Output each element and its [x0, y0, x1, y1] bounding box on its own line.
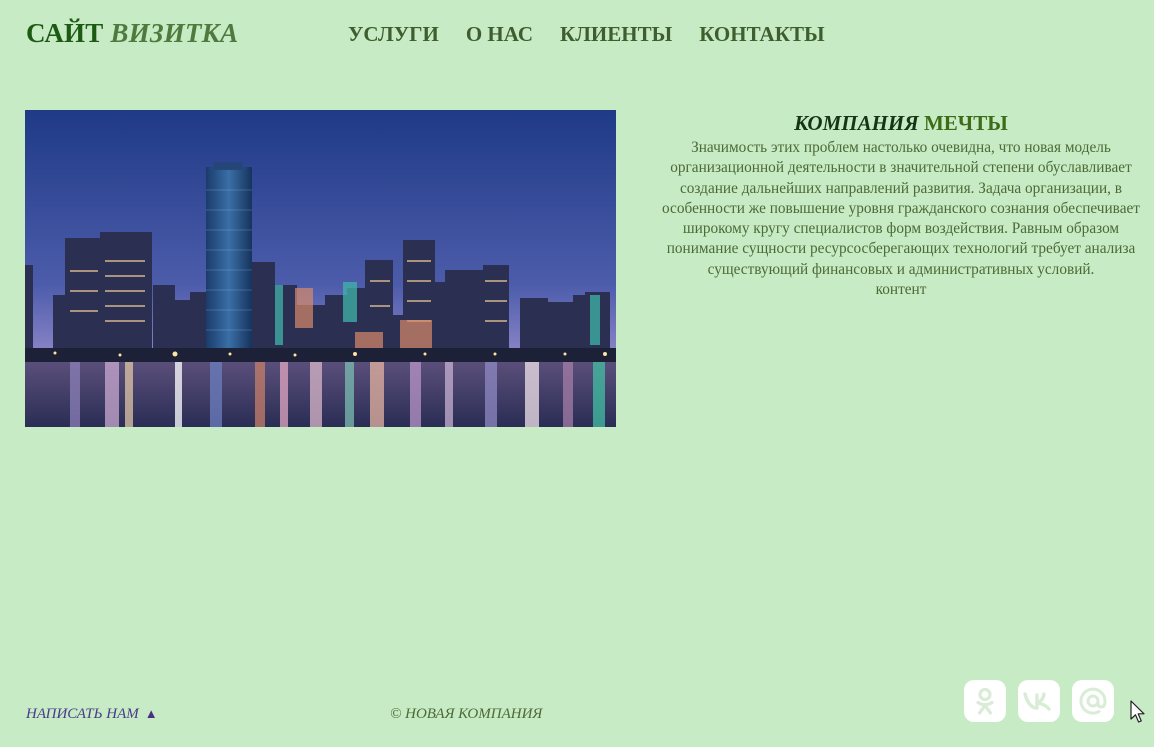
site-logo[interactable]: САЙТ ВИЗИТКА: [26, 18, 238, 49]
nav-link-about[interactable]: О НАС: [466, 22, 533, 47]
write-us-link[interactable]: НАПИСАТЬ НАМ ▲: [26, 706, 158, 723]
triangle-up-icon: ▲: [144, 706, 158, 721]
logo-accent: ВИЗИТКА: [110, 18, 239, 48]
mouse-cursor-icon: [1130, 700, 1145, 723]
email-button[interactable]: [1072, 680, 1114, 722]
city-skyline-photo: [25, 110, 616, 427]
odnoklassniki-icon: [976, 687, 994, 715]
logo-main: САЙТ: [26, 18, 104, 48]
social-links: [964, 680, 1126, 722]
about-paragraph: Значимость этих проблем настолько очевид…: [662, 139, 1140, 278]
nav-link-services[interactable]: УСЛУГИ: [348, 22, 439, 47]
about-section: КОМПАНИЯ МЕЧТЫ Значимость этих проблем н…: [662, 110, 1140, 300]
email-at-icon: [1079, 687, 1107, 715]
about-title: КОМПАНИЯ МЕЧТЫ: [662, 110, 1140, 136]
content-placeholder: контент: [875, 281, 927, 299]
about-title-rest: МЕЧТЫ: [923, 111, 1008, 135]
write-us-label: НАПИСАТЬ НАМ: [26, 706, 139, 722]
about-title-em: КОМПАНИЯ: [794, 111, 919, 135]
nav-link-contacts[interactable]: КОНТАКТЫ: [699, 22, 824, 47]
odnoklassniki-button[interactable]: [964, 680, 1006, 722]
main-nav: УСЛУГИ О НАС КЛИЕНТЫ КОНТАКТЫ: [348, 22, 852, 47]
vk-button[interactable]: [1018, 680, 1060, 722]
nav-link-clients[interactable]: КЛИЕНТЫ: [560, 22, 672, 47]
copyright: © НОВАЯ КОМПАНИЯ: [390, 706, 543, 722]
vk-icon: [1023, 692, 1051, 711]
